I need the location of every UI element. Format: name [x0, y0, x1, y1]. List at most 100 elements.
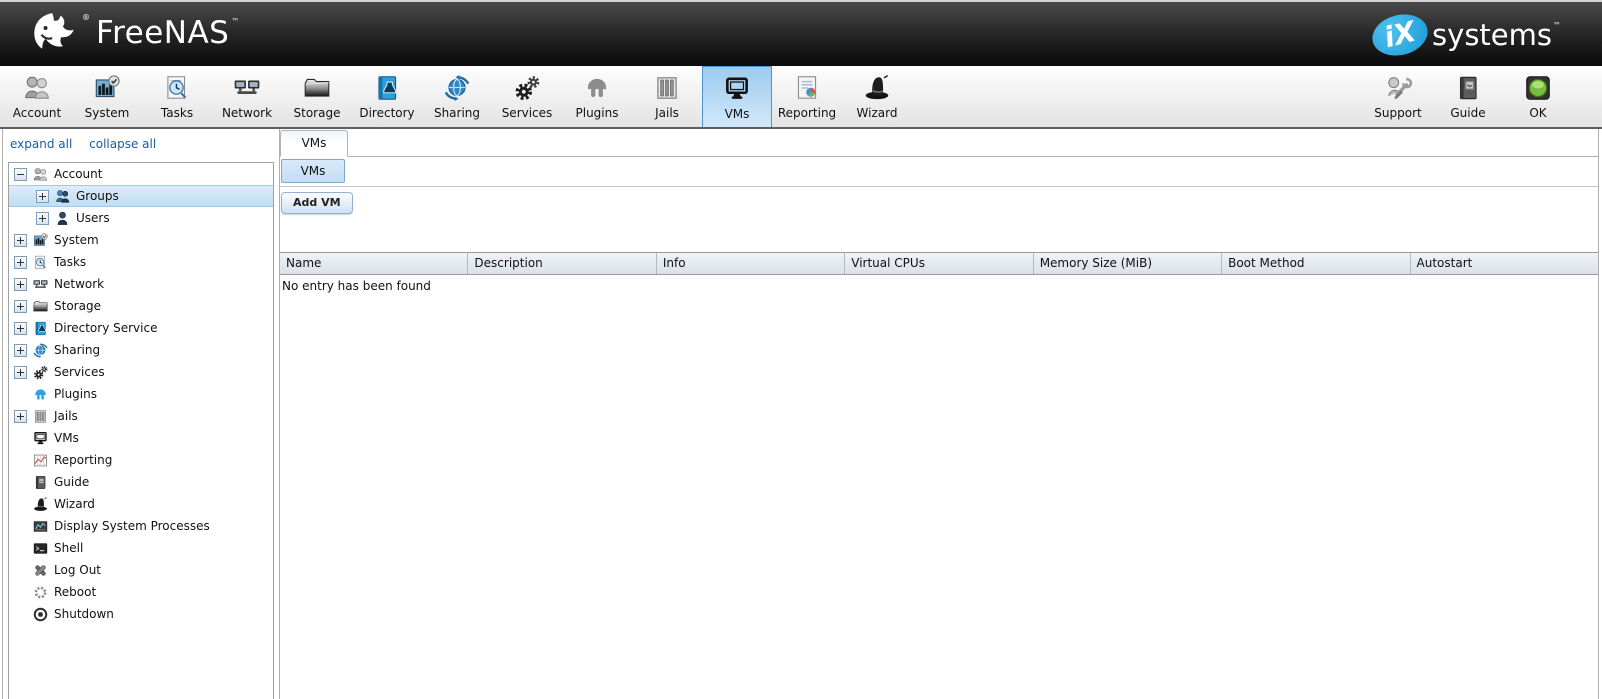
- tree-item-groups[interactable]: Groups: [9, 185, 273, 207]
- tree-item-network[interactable]: Network: [9, 273, 273, 295]
- content-pane: VMs VMs Add VM Name Description Info Vir…: [279, 129, 1599, 699]
- toolbar-item-support[interactable]: Support: [1363, 66, 1433, 127]
- toolbar-item-jails[interactable]: Jails: [632, 66, 702, 127]
- column-header-description[interactable]: Description: [468, 253, 656, 274]
- toolbar-item-ok-status[interactable]: OK: [1503, 66, 1573, 127]
- tree-item-wizard[interactable]: Wizard: [9, 493, 273, 515]
- toolbar-item-directory[interactable]: Directory: [352, 66, 422, 127]
- column-header-boot-method[interactable]: Boot Method: [1222, 253, 1410, 274]
- tree-item-label: System: [54, 233, 99, 247]
- tree-item-label: Account: [54, 167, 102, 181]
- toolbar-item-network[interactable]: Network: [212, 66, 282, 127]
- network-icon: [32, 276, 49, 293]
- add-vm-button[interactable]: Add VM: [281, 192, 353, 214]
- toolbar-item-label: Plugins: [576, 106, 619, 120]
- tree-link-bar: expand all collapse all: [10, 137, 169, 151]
- toolbar-item-label: Support: [1374, 106, 1421, 120]
- tree-item-storage[interactable]: Storage: [9, 295, 273, 317]
- tree-item-services[interactable]: Services: [9, 361, 273, 383]
- expand-icon[interactable]: [14, 234, 27, 247]
- tree-item-sharing[interactable]: Sharing: [9, 339, 273, 361]
- tab-vms[interactable]: VMs: [280, 130, 348, 157]
- storage-icon: [32, 298, 49, 315]
- expand-icon[interactable]: [14, 366, 27, 379]
- tree-item-shutdown[interactable]: Shutdown: [9, 603, 273, 625]
- expand-icon[interactable]: [14, 410, 27, 423]
- reporting-icon: [792, 73, 822, 103]
- ok-status-icon: [1523, 73, 1553, 103]
- column-header-info[interactable]: Info: [657, 253, 845, 274]
- toolbar-item-label: Wizard: [857, 106, 898, 120]
- guide-icon: [32, 474, 49, 491]
- jails-icon: [32, 408, 49, 425]
- tree-item-display-system-processes[interactable]: Display System Processes: [9, 515, 273, 537]
- reboot-icon: [32, 584, 49, 601]
- column-header-name[interactable]: Name: [280, 253, 468, 274]
- tree-item-shell[interactable]: Shell: [9, 537, 273, 559]
- toolbar-item-reporting[interactable]: Reporting: [772, 66, 842, 127]
- toolbar-item-account[interactable]: Account: [2, 66, 72, 127]
- toolbar-item-wizard[interactable]: Wizard: [842, 66, 912, 127]
- expand-icon[interactable]: [36, 212, 49, 225]
- expand-icon[interactable]: [14, 300, 27, 313]
- toolbar-item-storage[interactable]: Storage: [282, 66, 352, 127]
- tree-item-log-out[interactable]: Log Out: [9, 559, 273, 581]
- tree-item-reporting[interactable]: Reporting: [9, 449, 273, 471]
- expand-icon[interactable]: [14, 344, 27, 357]
- plugins-icon: [32, 386, 49, 403]
- column-header-autostart[interactable]: Autostart: [1411, 253, 1598, 274]
- user-icon: [54, 210, 71, 227]
- column-header-virtual-cpus[interactable]: Virtual CPUs: [845, 253, 1033, 274]
- tree-item-label: Display System Processes: [54, 519, 210, 533]
- toolbar-item-sharing[interactable]: Sharing: [422, 66, 492, 127]
- expand-icon[interactable]: [14, 278, 27, 291]
- toolbar-item-label: Tasks: [161, 106, 193, 120]
- toolbar-item-label: Jails: [655, 106, 679, 120]
- network-icon: [232, 73, 262, 103]
- toolbar-item-guide[interactable]: Guide: [1433, 66, 1503, 127]
- expand-icon[interactable]: [14, 256, 27, 269]
- toolbar-item-vms[interactable]: VMs: [702, 66, 772, 127]
- tree-item-account[interactable]: Account: [9, 163, 273, 185]
- tree-item-directory-service[interactable]: Directory Service: [9, 317, 273, 339]
- expand-all-link[interactable]: expand all: [10, 137, 72, 151]
- tree-item-plugins[interactable]: Plugins: [9, 383, 273, 405]
- vms-icon: [32, 430, 49, 447]
- sharing-icon: [442, 73, 472, 103]
- subtab-vms[interactable]: VMs: [281, 159, 345, 183]
- toolbar-item-tasks[interactable]: Tasks: [142, 66, 212, 127]
- toolbar-item-label: OK: [1529, 106, 1546, 120]
- tree-item-label: Guide: [54, 475, 89, 489]
- column-header-memory-size[interactable]: Memory Size (MiB): [1034, 253, 1222, 274]
- collapse-icon[interactable]: [14, 168, 27, 181]
- expand-icon[interactable]: [14, 322, 27, 335]
- tree-item-system[interactable]: System: [9, 229, 273, 251]
- toolbar-item-label: Account: [13, 106, 61, 120]
- shell-icon: [32, 540, 49, 557]
- tree-item-jails[interactable]: Jails: [9, 405, 273, 427]
- expand-icon[interactable]: [36, 190, 49, 203]
- tree-item-label: Wizard: [54, 497, 95, 511]
- tab-label: VMs: [302, 136, 327, 150]
- tree-item-vms[interactable]: VMs: [9, 427, 273, 449]
- empty-table-message: No entry has been found: [280, 275, 1598, 293]
- toolbar-item-label: Reporting: [778, 106, 836, 120]
- vm-table-header: Name Description Info Virtual CPUs Memor…: [280, 252, 1598, 275]
- toolbar-item-services[interactable]: Services: [492, 66, 562, 127]
- storage-icon: [302, 73, 332, 103]
- toolbar-item-plugins[interactable]: Plugins: [562, 66, 632, 127]
- toolbar-item-label: Storage: [294, 106, 341, 120]
- tree-item-guide[interactable]: Guide: [9, 471, 273, 493]
- product-name: FreeNAS: [96, 15, 229, 51]
- tree-item-reboot[interactable]: Reboot: [9, 581, 273, 603]
- tree-item-users[interactable]: Users: [9, 207, 273, 229]
- tree-item-tasks[interactable]: Tasks: [9, 251, 273, 273]
- toolbar-item-system[interactable]: System: [72, 66, 142, 127]
- tree-item-label: Sharing: [54, 343, 100, 357]
- toolbar-item-label: System: [85, 106, 130, 120]
- account-icon: [32, 166, 49, 183]
- collapse-all-link[interactable]: collapse all: [89, 137, 156, 151]
- freenas-shark-icon: [26, 9, 80, 57]
- tree-item-label: Shell: [54, 541, 83, 555]
- ix-systems-text: systems: [1432, 18, 1552, 52]
